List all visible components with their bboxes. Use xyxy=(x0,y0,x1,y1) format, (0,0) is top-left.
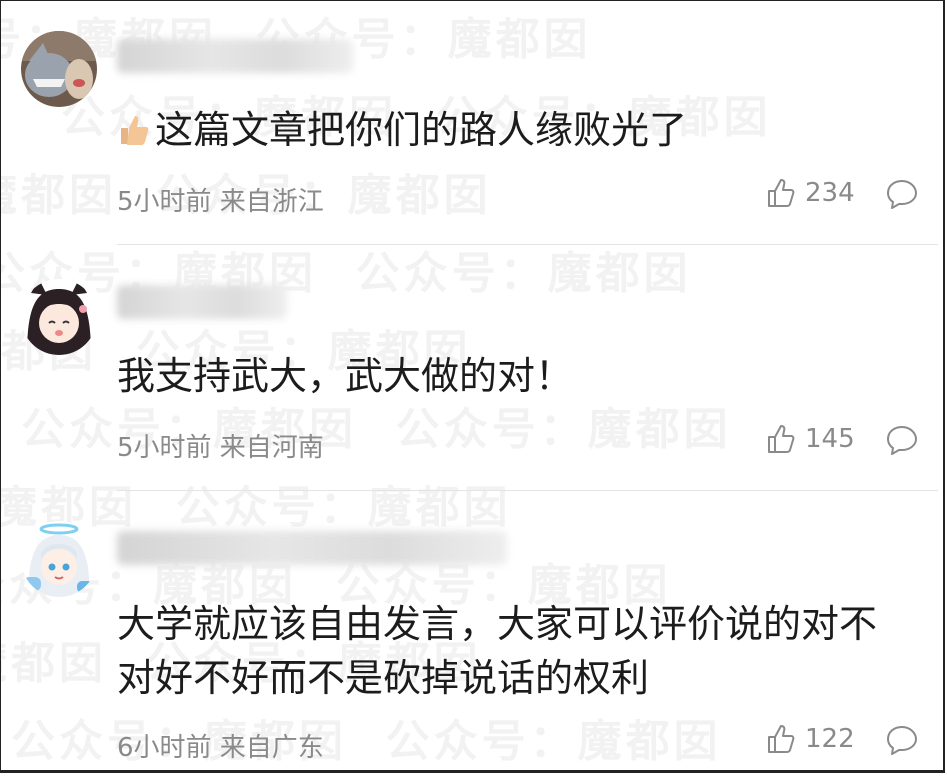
thumbs-up-outline-icon xyxy=(768,179,795,207)
avatar-cat-image xyxy=(21,31,97,107)
like-count: 122 xyxy=(805,724,855,754)
avatar[interactable] xyxy=(21,521,97,597)
speech-bubble-icon[interactable] xyxy=(885,423,919,457)
like-button[interactable]: 234 xyxy=(765,177,855,209)
thumbs-up-outline-icon xyxy=(768,725,795,753)
comment-text-line: 大学就应该自由发言，大家可以评价说的对不 xyxy=(117,602,878,646)
like-button[interactable]: 122 xyxy=(765,723,855,755)
avatar[interactable] xyxy=(21,279,97,355)
like-count: 145 xyxy=(805,424,855,454)
thumbs-up-outline-icon xyxy=(768,425,795,453)
comment-item: 大学就应该自由发言，大家可以评价说的对不 对好不好而不是砍掉说话的权利 6小时前… xyxy=(1,491,943,770)
comment-text-content: 这篇文章把你们的路人缘败光了 xyxy=(155,108,688,152)
avatar-anime-girl-image xyxy=(21,279,97,355)
speech-bubble-icon[interactable] xyxy=(885,177,919,211)
comment-meta: 5小时前 来自浙江 xyxy=(117,187,324,217)
comment-list-frame: 公众号：魔都囡 公众号：魔都囡 公众号：魔都囡 公众号：魔都囡 公众号：魔都囡 … xyxy=(0,0,945,773)
avatar[interactable] xyxy=(21,31,97,107)
avatar-anime-character-image xyxy=(21,521,97,597)
thumbs-up-emoji-icon xyxy=(121,116,149,145)
comment-text: 大学就应该自由发言，大家可以评价说的对不 对好不好而不是砍掉说话的权利 xyxy=(117,597,920,705)
speech-bubble-icon[interactable] xyxy=(885,723,919,757)
comment-meta: 6小时前 来自广东 xyxy=(117,733,324,763)
like-count: 234 xyxy=(805,178,855,208)
comment-text: 我支持武大，武大做的对！ xyxy=(117,354,574,398)
username-blurred[interactable] xyxy=(117,285,287,319)
comment-item: 我支持武大，武大做的对！ 5小时前 来自河南 145 xyxy=(1,245,943,491)
comment-meta: 5小时前 来自河南 xyxy=(117,433,324,463)
comment-text: 这篇文章把你们的路人缘败光了 xyxy=(117,105,920,155)
comment-text-line: 对好不好而不是砍掉说话的权利 xyxy=(117,656,650,700)
comment-item: 这篇文章把你们的路人缘败光了 5小时前 来自浙江 234 xyxy=(1,1,943,245)
like-button[interactable]: 145 xyxy=(765,423,855,455)
username-blurred[interactable] xyxy=(117,39,353,73)
username-blurred[interactable] xyxy=(117,531,507,565)
